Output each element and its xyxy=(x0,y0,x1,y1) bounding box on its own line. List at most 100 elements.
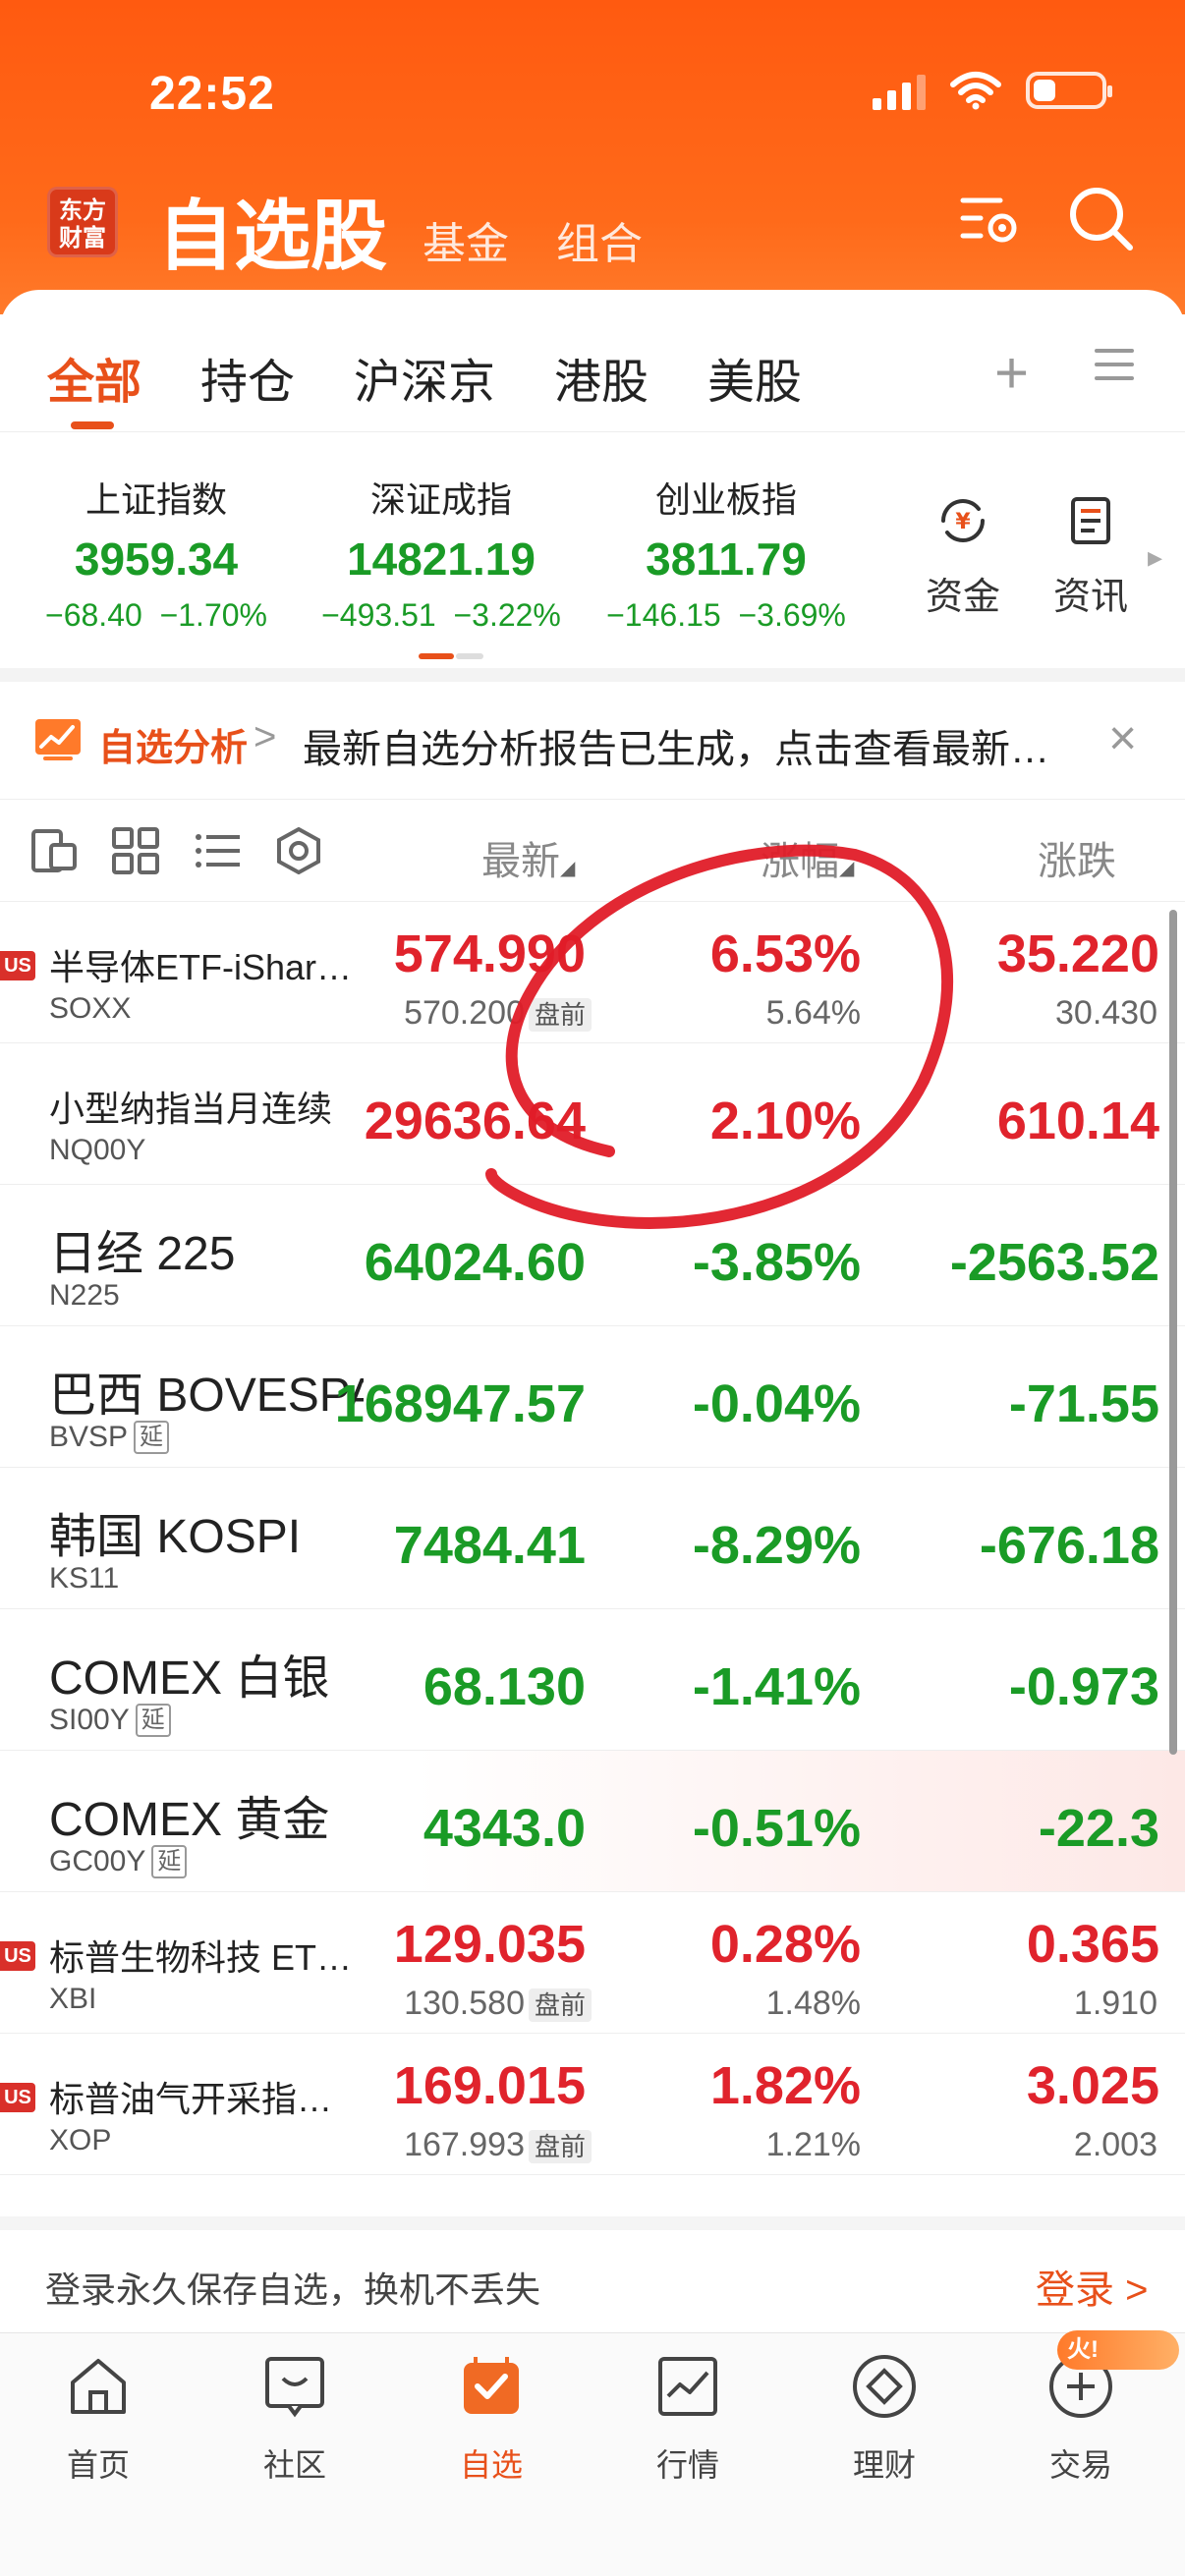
nav-wealth[interactable]: 理财 xyxy=(786,2351,983,2486)
column-header-change-percent[interactable]: 涨幅◢ xyxy=(761,829,854,886)
nav-market[interactable]: 行情 xyxy=(590,2351,786,2486)
market-tabs: 全部 持仓 沪深京 港股 美股 + xyxy=(0,290,1185,432)
index-card-shenzhen[interactable]: 深证成指 14821.19 −493.51 −3.22% xyxy=(309,472,574,634)
close-banner-button[interactable]: × xyxy=(1108,709,1137,766)
change-amount: -0.973 xyxy=(1008,1657,1159,1716)
us-market-badge: US xyxy=(0,951,35,980)
us-market-badge: US xyxy=(0,1941,35,1971)
login-prompt: 登录永久保存自选，换机不丢失 登录 > xyxy=(0,2216,1185,2332)
watchlist-row[interactable]: US 标普生物科技 ET… XBI 129.035 0.28% 0.365 130.580 盘… xyxy=(0,1892,1185,2034)
delayed-badge: 延 xyxy=(134,1421,170,1454)
watchlist-row[interactable]: COMEX 白银 SI00Y 延 68.130 -1.41% -0.973 xyxy=(0,1609,1185,1751)
nav-community[interactable]: 社区 xyxy=(197,2351,393,2486)
list-view-icon[interactable] xyxy=(193,827,244,874)
premarket-price: 130.580 盘前 xyxy=(404,1985,592,2023)
settings-list-icon[interactable] xyxy=(957,185,1026,253)
change-amount: 610.14 xyxy=(996,1092,1159,1150)
analysis-banner[interactable]: 自选分析 > 最新自选分析报告已生成，点击查看最新… × xyxy=(0,682,1185,800)
security-code: SOXX xyxy=(49,992,132,1025)
nav-trade[interactable]: 交易 xyxy=(983,2351,1179,2486)
add-group-button[interactable]: + xyxy=(994,339,1029,407)
tab-hk-stocks[interactable]: 港股 xyxy=(554,343,649,412)
premarket-percent: 5.64% xyxy=(765,994,861,1032)
banner-message[interactable]: 最新自选分析报告已生成，点击查看最新… xyxy=(303,717,1089,774)
security-code: BVSP 延 xyxy=(49,1421,170,1454)
security-name: 韩国 KOSPI xyxy=(49,1511,302,1563)
search-icon[interactable] xyxy=(1067,185,1136,253)
security-name: COMEX 白银 xyxy=(49,1652,330,1705)
watchlist-row[interactable]: US 半导体ETF-iShar… SOXX 574.990 6.53% 35.220 570… xyxy=(0,902,1185,1043)
index-card-chinext[interactable]: 创业板指 3811.79 −146.15 −3.69% xyxy=(593,472,859,634)
tab-shanghai-shenzhen-beijing[interactable]: 沪深京 xyxy=(354,343,495,412)
grid-view-icon[interactable] xyxy=(110,827,161,874)
premarket-change: 30.430 xyxy=(1055,994,1157,1032)
layout-switch-icon[interactable] xyxy=(29,827,81,874)
watchlist-row[interactable]: 小型纳指当月连续 NQ00Y 29636.64 2.10% 610.14 xyxy=(0,1043,1185,1185)
security-name: 标普油气开采指… xyxy=(49,2079,333,2119)
latest-price: 4343.0 xyxy=(423,1799,586,1858)
security-name: 半导体ETF-iShar… xyxy=(49,947,353,987)
delayed-badge: 延 xyxy=(151,1845,188,1878)
column-header-change[interactable]: 涨跌 xyxy=(1038,829,1116,886)
change-percent: 6.53% xyxy=(709,924,861,983)
status-time: 22:52 xyxy=(149,68,275,120)
wealth-icon xyxy=(853,2355,916,2418)
active-tab-indicator xyxy=(71,421,114,429)
menu-icon[interactable] xyxy=(1095,349,1134,390)
security-name: 标普生物科技 ET… xyxy=(49,1937,353,1978)
premarket-price: 167.993 盘前 xyxy=(404,2126,592,2164)
tab-us-stocks[interactable]: 美股 xyxy=(707,343,802,412)
change-percent: -1.41% xyxy=(692,1657,861,1716)
delayed-badge: 延 xyxy=(135,1704,171,1737)
community-icon xyxy=(265,2357,324,2418)
analysis-tag: 自选分析 xyxy=(98,728,249,769)
nav-watchlist[interactable]: 自选 xyxy=(393,2351,590,2486)
nav-home[interactable]: 首页 xyxy=(0,2351,197,2486)
latest-price: 64024.60 xyxy=(364,1233,586,1292)
settings-icon[interactable] xyxy=(273,827,324,874)
more-tools-arrow-icon[interactable]: ▸ xyxy=(1148,540,1162,575)
premarket-change: 1.910 xyxy=(1073,1985,1157,2022)
index-card-shanghai[interactable]: 上证指数 3959.34 −68.40 −1.70% xyxy=(24,472,289,634)
premarket-percent: 1.48% xyxy=(765,1985,861,2022)
latest-price: 29636.64 xyxy=(364,1092,586,1150)
news-button[interactable]: 资讯 xyxy=(1042,493,1140,620)
change-amount: -71.55 xyxy=(1008,1374,1159,1433)
security-code: XOP xyxy=(49,2124,112,2156)
security-name: 日经 225 xyxy=(49,1228,236,1280)
security-code: N225 xyxy=(49,1279,120,1312)
watchlist-icon xyxy=(464,2357,519,2414)
app-logo: 东方 财富 xyxy=(47,187,118,257)
header-tab-portfolio[interactable]: 组合 xyxy=(556,208,643,271)
latest-price: 169.015 xyxy=(393,2056,586,2115)
cellular-signal-icon xyxy=(873,71,926,110)
index-summary: 上证指数 3959.34 −68.40 −1.70% 深证成指 14821.19… xyxy=(0,432,1185,668)
watchlist-row[interactable]: COMEX 黄金 GC00Y 延 4343.0 -0.51% -22.3 xyxy=(0,1751,1185,1892)
wifi-icon xyxy=(950,72,1001,110)
change-percent: 2.10% xyxy=(709,1092,861,1150)
status-icons xyxy=(873,71,1112,110)
login-button[interactable]: 登录 > xyxy=(1036,2258,1148,2315)
premarket-label: 盘前 xyxy=(528,998,592,1032)
capital-flow-button[interactable]: ¥ 资金 xyxy=(914,493,1012,620)
watchlist-row[interactable]: 韩国 KOSPI KS11 7484.41 -8.29% -676.18 xyxy=(0,1468,1185,1609)
column-header-latest[interactable]: 最新◢ xyxy=(481,829,575,886)
svg-text:¥: ¥ xyxy=(955,510,971,534)
security-code: GC00Y 延 xyxy=(49,1845,188,1878)
watchlist-row[interactable]: 巴西 BOVESPA BVSP 延 168947.57 -0.04% -71.55 xyxy=(0,1326,1185,1468)
header-tab-funds[interactable]: 基金 xyxy=(423,208,509,271)
scrollbar[interactable] xyxy=(1169,910,1177,1755)
watchlist-row[interactable]: US 标普油气开采指… XOP 169.015 1.82% 3.025 167.993 盘前 1… xyxy=(0,2034,1185,2175)
tab-holdings[interactable]: 持仓 xyxy=(200,343,295,412)
latest-price: 7484.41 xyxy=(393,1516,586,1575)
latest-price: 168947.57 xyxy=(334,1374,586,1433)
tab-all[interactable]: 全部 xyxy=(47,343,141,412)
app-header: 22:52 东方 财富 自选股 基金 组合 xyxy=(0,0,1185,314)
login-prompt-text: 登录永久保存自选，换机不丢失 xyxy=(45,2269,541,2310)
section-divider xyxy=(0,668,1185,682)
change-percent: -0.04% xyxy=(692,1374,861,1433)
change-percent: -0.51% xyxy=(692,1799,861,1858)
security-code: NQ00Y xyxy=(49,1134,146,1166)
watchlist-row[interactable]: 日经 225 N225 64024.60 -3.85% -2563.52 xyxy=(0,1185,1185,1326)
latest-price: 574.990 xyxy=(393,924,586,983)
